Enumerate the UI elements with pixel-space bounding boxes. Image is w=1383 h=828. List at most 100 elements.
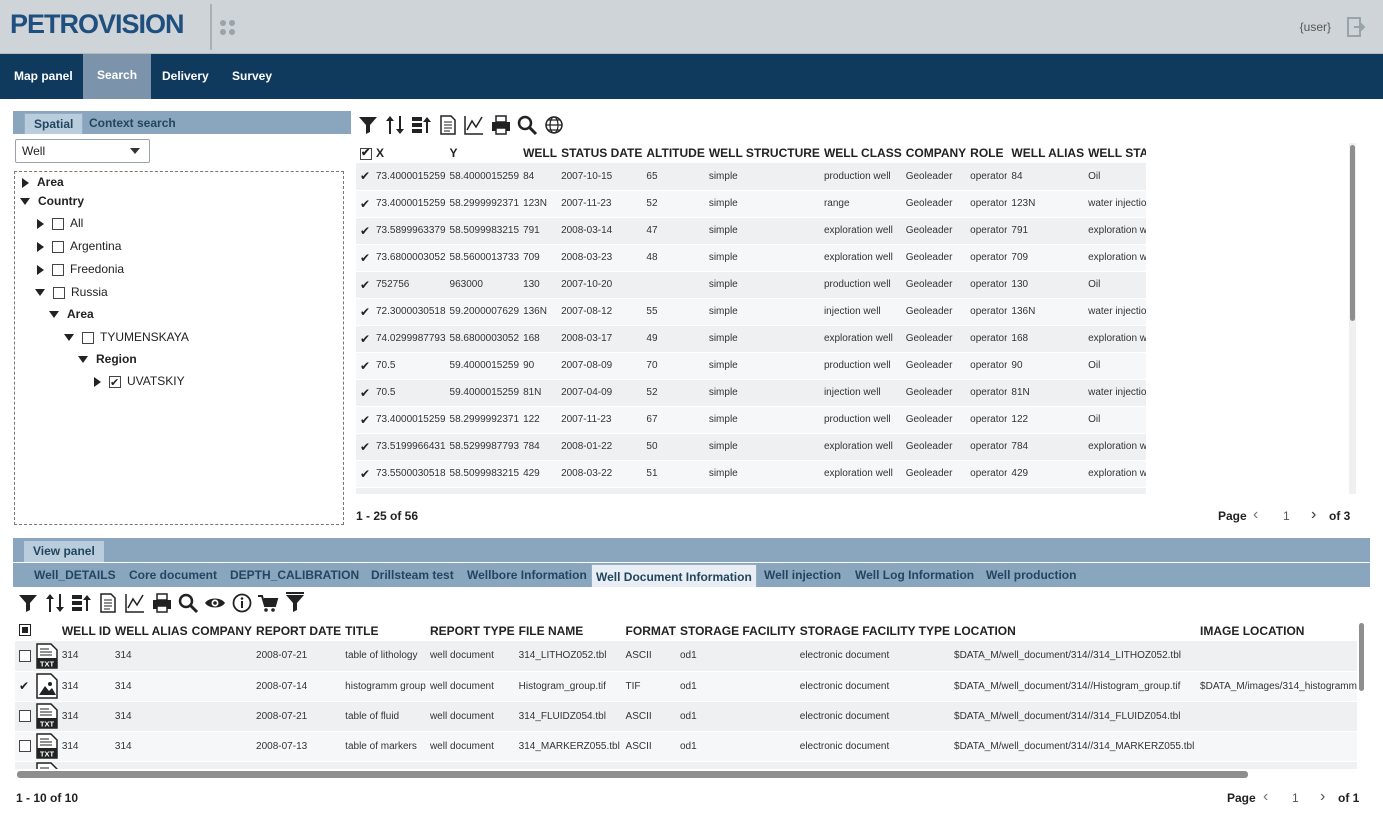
tree-node-uvatskiy[interactable]: UVATSKIY (94, 372, 185, 392)
expand-icon[interactable] (37, 264, 44, 275)
tab-well-document-information[interactable]: Well Document Information (591, 564, 757, 587)
checkbox[interactable] (52, 217, 64, 230)
column-header[interactable]: REPORT TYPE (426, 621, 515, 641)
expand-icon[interactable] (37, 241, 44, 252)
row-check-icon[interactable]: ✔ (356, 460, 372, 488)
column-header[interactable]: Y (446, 143, 520, 163)
column-header[interactable]: WELL STRUCTURE (705, 143, 820, 163)
info-icon[interactable] (231, 592, 253, 614)
collapse-icon[interactable] (78, 356, 88, 364)
tab-depth-calibration[interactable]: DEPTH_CALIBRATION (226, 563, 363, 587)
table-row[interactable]: ✔ 72.3000030518 59.2000007629 136N 2007-08-1… (356, 298, 1146, 326)
table-row[interactable]: TXT 314 314 2008-07-21 table of lithology wel… (15, 641, 1357, 672)
table-row[interactable]: TXT 314 314 2008-07-21 table of fluid well do… (15, 701, 1357, 732)
expand-icon[interactable] (22, 177, 29, 188)
table-row[interactable]: ✔ 73.4000015259 58.2999992371 123N 2007-11-2… (356, 190, 1146, 218)
document-icon[interactable] (97, 592, 119, 614)
tab-wellbore-information[interactable]: Wellbore Information (463, 563, 591, 587)
select-all-checkbox[interactable] (356, 143, 372, 163)
column-header[interactable]: WELL CLASS (820, 143, 902, 163)
row-check-icon[interactable]: ✔ (356, 379, 372, 407)
prev-page-icon[interactable]: ‹ (1253, 506, 1258, 524)
expand-icon[interactable] (37, 218, 44, 229)
chart-icon[interactable] (463, 114, 485, 136)
tab-well-log-information[interactable]: Well Log Information (851, 563, 978, 587)
nav-map-panel[interactable]: Map panel (0, 54, 87, 99)
column-header[interactable]: WELL ALIAS (111, 621, 188, 641)
chart-icon[interactable] (124, 592, 146, 614)
tree-node-country[interactable]: Country (20, 192, 84, 210)
logout-icon[interactable] (1347, 17, 1366, 37)
table-row[interactable] (356, 487, 1146, 494)
row-check-icon[interactable]: ✔ (356, 190, 372, 218)
search-icon[interactable] (516, 114, 538, 136)
tree-node-tyumenskaya[interactable]: TYUMENSKAYA (64, 328, 189, 346)
collapse-icon[interactable] (64, 334, 74, 342)
txt-file-icon[interactable]: TXT (31, 641, 58, 672)
collapse-icon[interactable] (35, 289, 45, 297)
row-check-icon[interactable]: ✔ (356, 325, 372, 353)
documents-hscroll-thumb[interactable] (17, 771, 1248, 778)
table-row[interactable]: TXT (15, 761, 1357, 769)
table-row[interactable]: ✔ 74.0299987793 58.6800003052 168 2008-03-17… (356, 325, 1146, 353)
filter-clear-icon[interactable] (284, 592, 306, 614)
column-header[interactable]: STORAGE FACILITY (676, 621, 796, 641)
table-row[interactable]: ✔ 314 314 2008-07-14 histogramm group well do… (15, 671, 1357, 702)
nav-delivery[interactable]: Delivery (148, 54, 223, 99)
search-icon[interactable] (177, 592, 199, 614)
document-icon[interactable] (437, 114, 459, 136)
row-check-icon[interactable]: ✔ (15, 671, 32, 702)
row-check-icon[interactable]: ✔ (356, 433, 372, 461)
select-all-checkbox[interactable] (15, 621, 32, 641)
column-header[interactable]: WELL (519, 143, 557, 163)
tree-node-russia[interactable]: Russia (35, 283, 108, 301)
column-header[interactable]: LOCATION (950, 621, 1196, 641)
column-header[interactable]: IMAGE LOCATION (1196, 621, 1357, 641)
column-header[interactable]: FORMAT (622, 621, 676, 641)
tab-well-details[interactable]: Well_DETAILS (30, 563, 120, 587)
table-row[interactable]: ✔ 73.5500030518 58.5099983215 429 2008-03-22… (356, 460, 1146, 488)
tree-node-argentina[interactable]: Argentina (37, 237, 121, 255)
column-header[interactable]: TITLE (341, 621, 426, 641)
object-type-select[interactable]: Well (15, 139, 150, 163)
column-header[interactable]: WELL STATUS (1084, 143, 1146, 163)
row-checkbox[interactable] (15, 731, 32, 762)
docs-next-page-icon[interactable]: › (1320, 788, 1325, 806)
print-icon[interactable] (490, 114, 512, 136)
row-check-icon[interactable]: ✔ (356, 298, 372, 326)
column-header[interactable]: COMPANY (902, 143, 966, 163)
tree-node-region[interactable]: Region (78, 350, 137, 368)
row-check-icon[interactable]: ✔ (356, 271, 372, 299)
checkbox[interactable] (52, 240, 64, 253)
wells-scrollbar-thumb[interactable] (1350, 145, 1355, 321)
checkbox[interactable] (52, 263, 64, 276)
tree-node-freedonia[interactable]: Freedonia (37, 260, 124, 278)
column-header[interactable]: WELL ALIAS (1007, 143, 1084, 163)
tab-context-search[interactable]: Context search (80, 113, 185, 134)
tab-well-injection[interactable]: Well injection (760, 563, 845, 587)
cart-icon[interactable] (257, 592, 279, 614)
tree-node-all[interactable]: All (37, 214, 83, 232)
txt-file-icon[interactable]: TXT (31, 701, 58, 732)
checkbox-checked[interactable] (109, 374, 121, 392)
tree-node-area-russia[interactable]: Area (49, 305, 94, 323)
print-icon[interactable] (151, 592, 173, 614)
tab-spatial[interactable]: Spatial (24, 113, 84, 134)
column-header[interactable]: ROLE (966, 143, 1007, 163)
table-row[interactable]: TXT 314 314 2008-07-13 table of markers well … (15, 731, 1357, 762)
sort-icon[interactable] (384, 114, 406, 136)
columns-icon[interactable] (410, 114, 432, 136)
globe-icon[interactable] (543, 114, 565, 136)
checkbox[interactable] (82, 331, 94, 344)
image-file-icon[interactable] (31, 671, 58, 702)
expand-icon[interactable] (94, 376, 101, 387)
table-row[interactable]: ✔ 73.6800003052 58.5600013733 709 2008-03-23… (356, 244, 1146, 272)
sort-icon[interactable] (44, 592, 66, 614)
collapse-icon[interactable] (20, 198, 30, 206)
column-header[interactable]: ALTITUDE (642, 143, 704, 163)
checkbox[interactable] (53, 286, 65, 299)
row-checkbox[interactable] (15, 641, 32, 672)
row-check-icon[interactable]: ✔ (356, 244, 372, 272)
documents-scrollbar-thumb[interactable] (1359, 623, 1364, 691)
docs-page-number[interactable]: 1 (1292, 791, 1299, 805)
